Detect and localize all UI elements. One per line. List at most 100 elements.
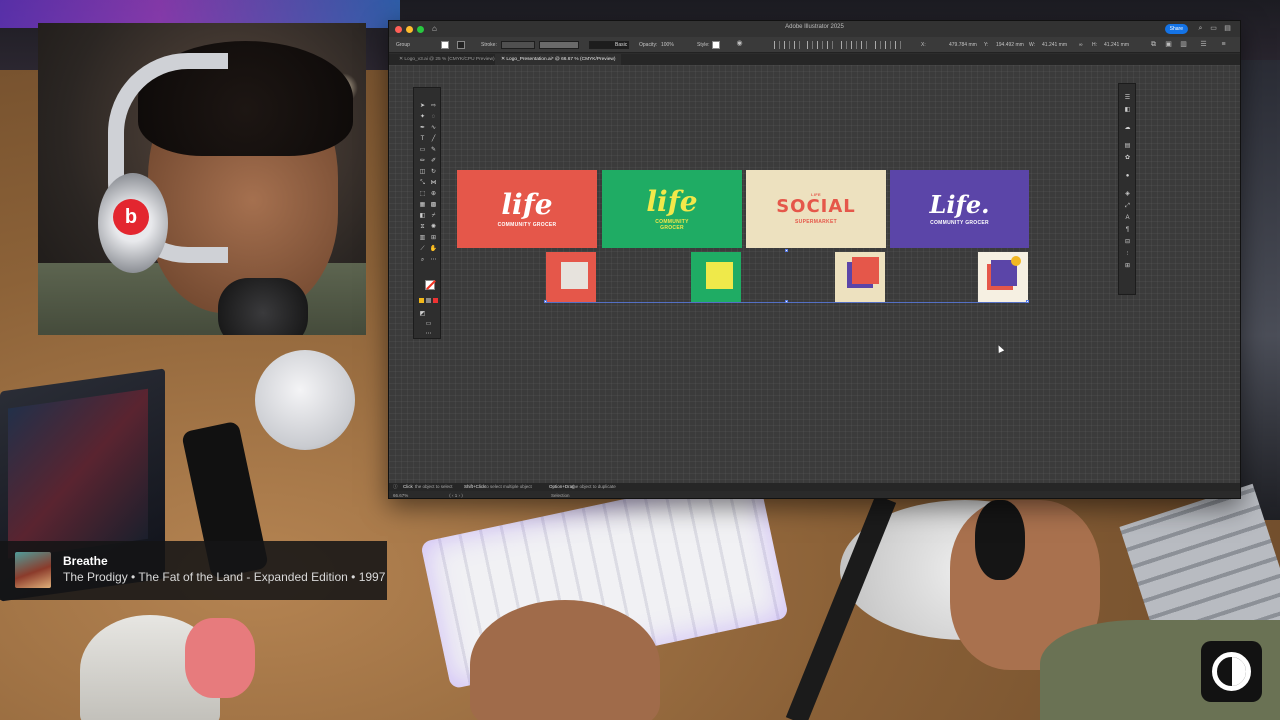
direct-selection-tool-icon[interactable]: ⇨	[429, 102, 438, 110]
pencil-tool-icon[interactable]: ✏	[418, 157, 427, 165]
panels-icon[interactable]: ▤	[1223, 24, 1232, 33]
slice-tool-icon[interactable]: ⟋	[418, 245, 427, 253]
gradient-tool-icon[interactable]: ◧	[418, 212, 427, 220]
scale-tool-icon[interactable]: ⤡	[418, 179, 427, 187]
logo-card-life-purple[interactable]: Life. COMMUNITY GROCER	[890, 170, 1029, 248]
hand-tool-icon[interactable]: ✋	[429, 245, 438, 253]
transform-panel-icon[interactable]: ⤢	[1123, 202, 1132, 210]
align-left-icon[interactable]	[774, 41, 780, 49]
app-icon-purple[interactable]	[978, 252, 1028, 302]
more-tools-icon[interactable]: ⋯	[424, 330, 433, 338]
distribute-center-icon[interactable]	[885, 41, 891, 49]
zoom-tool-icon[interactable]: ⌕	[418, 256, 427, 264]
stroke-weight-field[interactable]	[501, 41, 535, 49]
arrange-docs-icon[interactable]: ▥	[1179, 40, 1188, 49]
zoom-level[interactable]: 66.67%	[393, 493, 408, 498]
distribute-bottom-icon[interactable]	[861, 41, 867, 49]
recolor-icon[interactable]: ◉	[735, 39, 744, 48]
transform-y-value[interactable]: 194.492 mm	[996, 42, 1024, 48]
selection-handle[interactable]	[1026, 300, 1029, 303]
transform-x-value[interactable]: 479.784 mm	[949, 42, 977, 48]
properties-icon[interactable]: ☰	[1199, 40, 1208, 49]
color-mode-icon[interactable]	[419, 298, 424, 303]
draw-normal-icon[interactable]: ◩	[418, 310, 427, 318]
mesh-tool-icon[interactable]: ▩	[429, 201, 438, 209]
screen-mode-icon[interactable]: ▭	[424, 320, 433, 328]
selection-handle[interactable]	[544, 300, 547, 303]
align-bottom-icon[interactable]	[827, 41, 833, 49]
lasso-tool-icon[interactable]: ◌	[429, 113, 438, 121]
transform-w-value[interactable]: 41.241 mm	[1042, 42, 1067, 48]
type-tool-icon[interactable]: T	[418, 135, 427, 143]
isolate-icon[interactable]: ▣	[1164, 40, 1173, 49]
status-mode[interactable]: Selection	[551, 493, 570, 498]
none-mode-icon[interactable]	[433, 298, 438, 303]
canvas[interactable]: ➤ ⇨ ✦ ◌ ✒ ∿ T ╱ ▭ ✎ ✏ ✐ ◫ ↻ ⤡ ⋈ ⬚ ⊕ ▦ ▩ …	[389, 65, 1240, 483]
appearance-panel-icon[interactable]: ◈	[1123, 190, 1132, 198]
transform-icon[interactable]: ⧉	[1149, 40, 1158, 49]
align-top-icon[interactable]	[807, 41, 813, 49]
symbol-sprayer-tool-icon[interactable]: ✺	[429, 223, 438, 231]
menu-icon[interactable]: ≡	[1219, 40, 1228, 49]
properties-panel-icon[interactable]: ☰	[1123, 94, 1132, 102]
arrange-icon[interactable]: ▭	[1209, 24, 1218, 33]
selection-tool-icon[interactable]: ➤	[418, 102, 427, 110]
distribute-top-icon[interactable]	[841, 41, 847, 49]
fill-swatch[interactable]	[441, 41, 449, 49]
selection-handle[interactable]	[785, 249, 788, 252]
rectangle-tool-icon[interactable]: ▭	[418, 146, 427, 154]
tab-logo-v3[interactable]: ✕ Logo_v3.ai @ 25 % (CMYK/CPU Preview)	[393, 54, 501, 65]
shaper-tool-icon[interactable]: ✐	[429, 157, 438, 165]
distribute-middle-icon[interactable]	[851, 41, 857, 49]
free-transform-tool-icon[interactable]: ⬚	[418, 190, 427, 198]
swatches-panel-icon[interactable]: ▤	[1123, 142, 1132, 150]
logo-card-life-social[interactable]: LIFE SOCIAL SUPERMARKET	[746, 170, 886, 248]
shape-builder-tool-icon[interactable]: ⊕	[429, 190, 438, 198]
eyedropper-tool-icon[interactable]: ⌿	[429, 212, 438, 220]
eraser-tool-icon[interactable]: ◫	[418, 168, 427, 176]
paintbrush-tool-icon[interactable]: ✎	[429, 146, 438, 154]
fill-stroke-widget[interactable]	[420, 278, 436, 294]
logo-card-life-green[interactable]: life COMMUNITY GROCER	[602, 170, 742, 248]
align-panel-icon[interactable]: ⫶	[1123, 250, 1132, 258]
artboard-tool-icon[interactable]: ⊞	[429, 234, 438, 242]
stroke-swatch[interactable]	[457, 41, 465, 49]
style-swatch[interactable]	[712, 41, 720, 49]
gradient-mode-icon[interactable]	[426, 298, 431, 303]
link-icon[interactable]: ∞	[1079, 42, 1083, 48]
share-button[interactable]: Share	[1164, 24, 1188, 34]
color-panel-icon[interactable]: ●	[1123, 172, 1132, 180]
width-tool-icon[interactable]: ⋈	[429, 179, 438, 187]
artboards-panel-icon[interactable]: ⊞	[1123, 262, 1132, 270]
variable-width-field[interactable]	[539, 41, 579, 49]
distribute-left-icon[interactable]	[875, 41, 881, 49]
brushes-panel-icon[interactable]: ✿	[1123, 154, 1132, 162]
curvature-tool-icon[interactable]: ∿	[429, 124, 438, 132]
align-right-icon[interactable]	[794, 41, 800, 49]
opacity-value[interactable]: 100%	[661, 42, 674, 48]
edit-toolbar-icon[interactable]: ⋯	[429, 256, 438, 264]
pathfinder-panel-icon[interactable]: ⊟	[1123, 238, 1132, 246]
logo-card-elife[interactable]: life COMMUNITY GROCER	[457, 170, 597, 248]
transform-h-value[interactable]: 41.241 mm	[1104, 42, 1129, 48]
align-middle-icon[interactable]	[817, 41, 823, 49]
paragraph-panel-icon[interactable]: ¶	[1123, 226, 1132, 234]
selection-handle[interactable]	[785, 300, 788, 303]
magic-wand-tool-icon[interactable]: ✦	[418, 113, 427, 121]
artboard-nav[interactable]: ⟨ ‹ 1 › ⟩	[449, 493, 463, 498]
blend-tool-icon[interactable]: ⧖	[418, 223, 427, 231]
layers-panel-icon[interactable]: ◧	[1123, 106, 1132, 114]
character-panel-icon[interactable]: A	[1123, 214, 1132, 222]
perspective-grid-tool-icon[interactable]: ▦	[418, 201, 427, 209]
app-icon-cream[interactable]	[835, 252, 885, 302]
app-icon-green[interactable]	[691, 252, 741, 302]
tab-logo-presentation[interactable]: ✕ Logo_Presentation.ai* @ 66.67 % (CMYK/…	[495, 54, 622, 65]
app-icon-red[interactable]	[546, 252, 596, 302]
distribute-right-icon[interactable]	[895, 41, 901, 49]
line-tool-icon[interactable]: ╱	[429, 135, 438, 143]
rotate-tool-icon[interactable]: ↻	[429, 168, 438, 176]
search-icon[interactable]: ⌕	[1196, 24, 1205, 33]
graph-tool-icon[interactable]: ▥	[418, 234, 427, 242]
libraries-panel-icon[interactable]: ☁	[1123, 124, 1132, 132]
align-center-icon[interactable]	[784, 41, 790, 49]
